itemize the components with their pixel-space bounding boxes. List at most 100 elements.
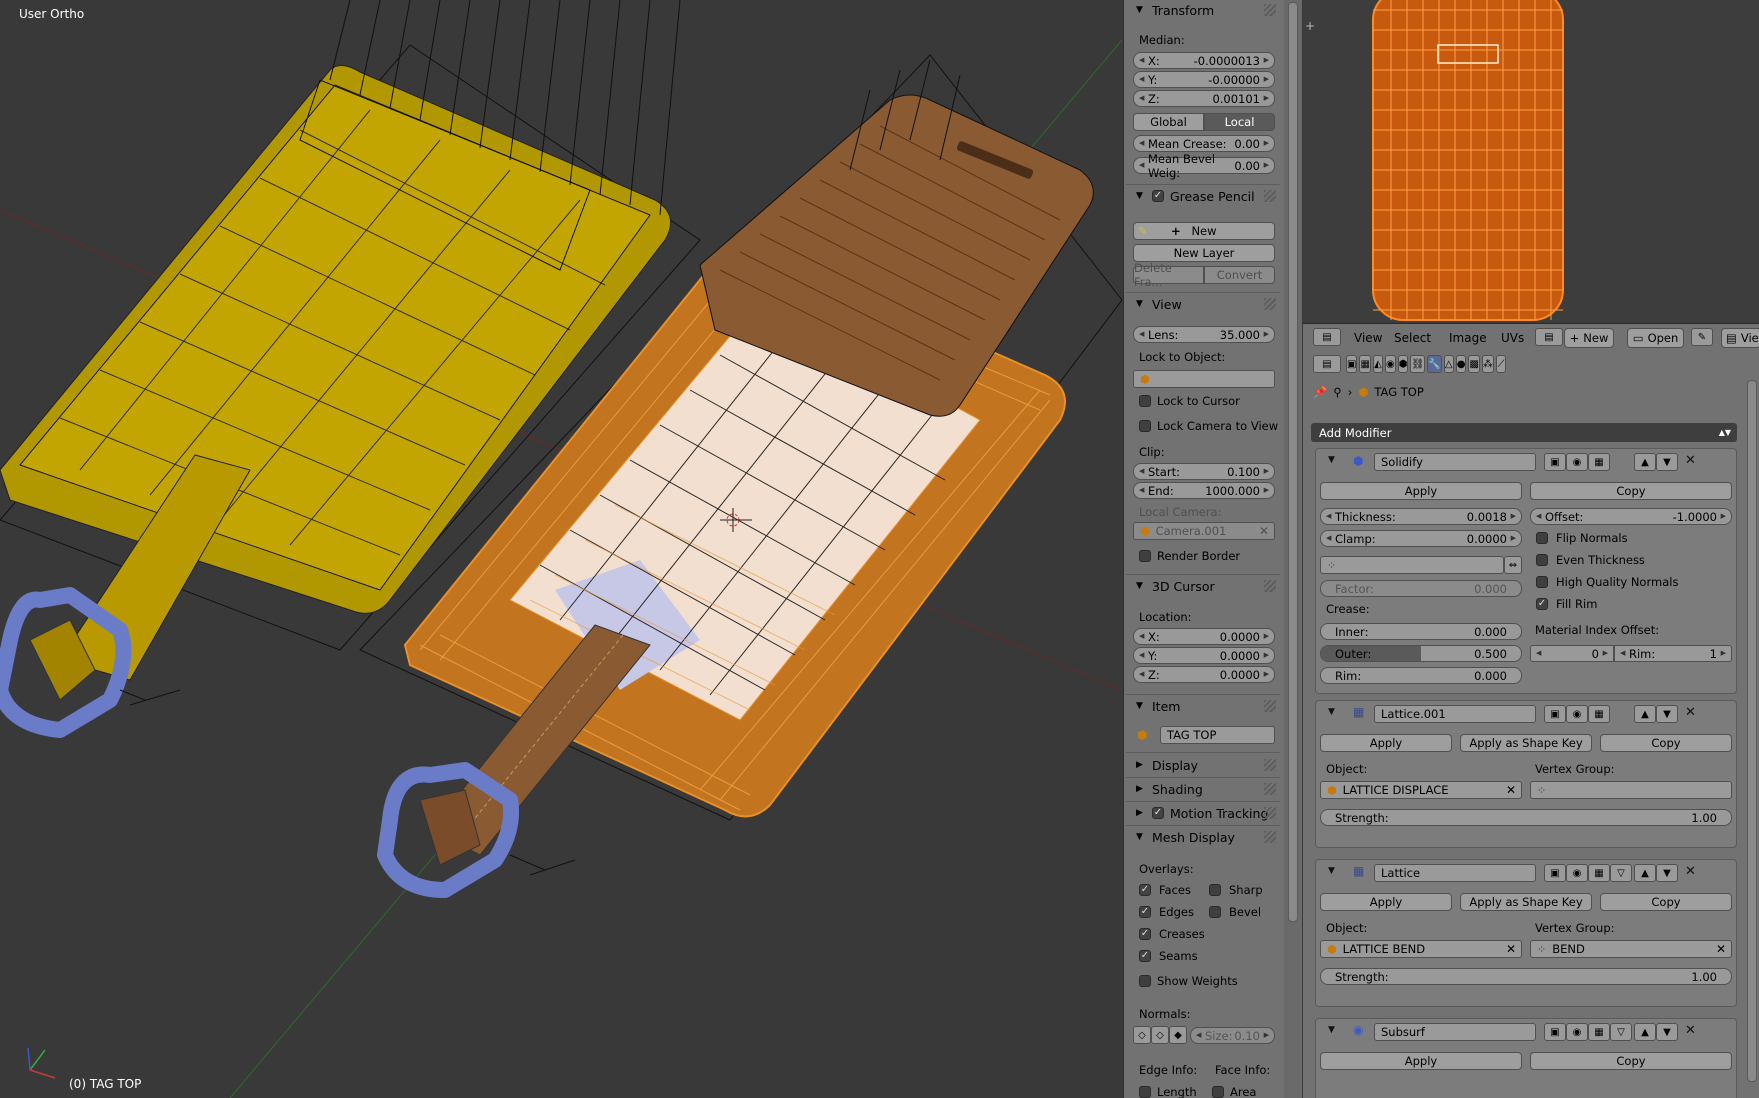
local-camera-field[interactable]: ⬢ Camera.001 ✕ — [1133, 522, 1275, 540]
3d-viewport[interactable]: User Ortho (0) TAG TOP — [0, 0, 1122, 1098]
subsurf-apply-button[interactable]: Apply — [1320, 1052, 1522, 1070]
image-browse-icon[interactable]: ▤ — [1535, 328, 1563, 346]
clear-icon[interactable]: ✕ — [1506, 942, 1516, 956]
lattice001-copy-button[interactable]: Copy — [1600, 734, 1732, 752]
solidify-apply-button[interactable]: Apply — [1320, 482, 1522, 500]
cage-toggle-icon[interactable]: ▽ — [1610, 1023, 1632, 1041]
creases-checkbox[interactable]: ✓ — [1139, 928, 1151, 940]
lock-to-cursor-checkbox[interactable] — [1139, 395, 1151, 407]
lattice001-strength-field[interactable]: Strength: 1.00 — [1320, 809, 1732, 826]
lock-camera-checkbox[interactable] — [1139, 420, 1151, 432]
bevel-checkbox[interactable] — [1209, 906, 1221, 918]
new-image-button[interactable]: + New — [1564, 328, 1614, 348]
scene-tab-icon[interactable]: ◭ — [1372, 355, 1383, 373]
seams-checkbox[interactable]: ✓ — [1139, 950, 1151, 962]
collapse-icon[interactable]: ▼ — [1328, 866, 1335, 876]
particles-tab-icon[interactable]: ⁂ — [1481, 355, 1494, 373]
lattice001-name-field[interactable]: Lattice.001 — [1374, 705, 1536, 723]
physics-tab-icon[interactable]: ⟋ — [1495, 355, 1506, 373]
render-toggle-icon[interactable]: ▣ — [1544, 453, 1566, 471]
render-toggle-icon[interactable]: ▣ — [1544, 864, 1566, 882]
uv-editor-area[interactable]: + — [1303, 0, 1759, 322]
mean-bevel-field[interactable]: ◀ Mean Bevel Weig: 0.00 ▶ — [1133, 152, 1275, 180]
move-down-icon[interactable]: ▼ — [1656, 705, 1678, 723]
move-up-icon[interactable]: ▲ — [1634, 1023, 1656, 1041]
shading-panel-header[interactable]: ▶ Shading — [1124, 779, 1282, 799]
move-up-icon[interactable]: ▲ — [1634, 864, 1656, 882]
length-checkbox[interactable] — [1139, 1086, 1151, 1098]
view-menu[interactable]: View — [1354, 328, 1382, 348]
solidify-name-field[interactable]: Solidify — [1374, 453, 1536, 471]
edges-checkbox[interactable]: ✓ — [1139, 906, 1151, 918]
editor-type-icon[interactable]: ▤ — [1313, 328, 1341, 346]
motion-tracking-panel-header[interactable]: ▶ ✓ Motion Tracking — [1124, 803, 1282, 823]
invert-vertex-group-icon[interactable]: ⇔ — [1504, 556, 1522, 574]
remove-modifier-icon[interactable]: ✕ — [1685, 453, 1696, 468]
material-offset-field[interactable]: ◀ 0 ▶ — [1530, 645, 1614, 662]
cage-toggle-icon[interactable]: ▽ — [1610, 864, 1632, 882]
lattice001-apply-button[interactable]: Apply — [1320, 734, 1452, 752]
clip-start-field[interactable]: ◀ Start: 0.100 ▶ — [1133, 463, 1275, 480]
subsurf-copy-button[interactable]: Copy — [1530, 1052, 1732, 1070]
uvs-menu[interactable]: UVs — [1501, 328, 1524, 348]
lattice-strength-field[interactable]: Strength: 1.00 — [1320, 968, 1732, 985]
item-name-field[interactable]: TAG TOP — [1160, 726, 1275, 744]
clear-icon[interactable]: ✕ — [1506, 783, 1516, 797]
clear-icon[interactable]: ✕ — [1716, 942, 1726, 956]
3d-cursor-panel-header[interactable]: ▼ 3D Cursor — [1124, 576, 1282, 596]
viewport-toggle-icon[interactable]: ◉ — [1566, 1023, 1588, 1041]
face-normals-icon[interactable]: ◆ — [1169, 1026, 1187, 1044]
transform-panel-header[interactable]: ▼ Transform — [1124, 0, 1282, 20]
lattice-shape-key-button[interactable]: Apply as Shape Key — [1460, 893, 1592, 911]
view-panel-header[interactable]: ▼ View — [1124, 294, 1282, 314]
high-quality-normals-checkbox[interactable] — [1536, 576, 1548, 588]
properties-scrollbar[interactable] — [1747, 380, 1757, 1082]
local-toggle[interactable]: Local — [1204, 113, 1275, 131]
open-image-button[interactable]: ▭ Open — [1627, 328, 1684, 348]
render-toggle-icon[interactable]: ▣ — [1544, 705, 1566, 723]
collapse-icon[interactable]: ▼ — [1328, 455, 1335, 465]
rim-crease-field[interactable]: Rim: 0.000 — [1320, 667, 1522, 684]
grease-pencil-checkbox[interactable]: ✓ — [1152, 190, 1164, 202]
render-tab-icon[interactable]: ▣ — [1346, 355, 1358, 373]
editmode-toggle-icon[interactable]: ▦ — [1588, 864, 1610, 882]
select-menu[interactable]: Select — [1394, 328, 1431, 348]
lattice-object-field[interactable]: ⬢ LATTICE BEND ✕ — [1320, 940, 1522, 958]
world-tab-icon[interactable]: ◉ — [1385, 355, 1396, 373]
even-thickness-checkbox[interactable] — [1536, 554, 1548, 566]
move-down-icon[interactable]: ▼ — [1656, 453, 1678, 471]
lattice001-object-field[interactable]: ⬢ LATTICE DISPLACE ✕ — [1320, 781, 1522, 799]
lattice-apply-button[interactable]: Apply — [1320, 893, 1452, 911]
motion-tracking-checkbox[interactable]: ✓ — [1152, 807, 1164, 819]
sharp-checkbox[interactable] — [1209, 884, 1221, 896]
constraints-tab-icon[interactable]: ⛓ — [1410, 355, 1426, 373]
mean-crease-field[interactable]: ◀ Mean Crease: 0.00 ▶ — [1133, 135, 1275, 152]
scrollbar-thumb[interactable] — [1288, 2, 1298, 922]
layers-tab-icon[interactable]: ▦ — [1359, 355, 1371, 373]
grease-pencil-panel-header[interactable]: ▼ ✓ Grease Pencil — [1124, 186, 1282, 206]
material-rim-field[interactable]: ◀ Rim: 1 ▶ — [1614, 645, 1732, 662]
cursor-z-field[interactable]: ◀ Z: 0.0000 ▶ — [1133, 666, 1275, 683]
render-toggle-icon[interactable]: ▣ — [1544, 1023, 1566, 1041]
display-panel-header[interactable]: ▶ Display — [1124, 755, 1282, 775]
collapse-icon[interactable]: ▼ — [1328, 1025, 1335, 1035]
lattice-name-field[interactable]: Lattice — [1374, 864, 1536, 882]
move-down-icon[interactable]: ▼ — [1656, 864, 1678, 882]
modifiers-tab-icon[interactable]: 🔧 — [1427, 355, 1442, 373]
faces-checkbox[interactable]: ✓ — [1139, 884, 1151, 896]
move-down-icon[interactable]: ▼ — [1656, 1023, 1678, 1041]
new-layer-button[interactable]: New Layer — [1133, 244, 1275, 262]
move-up-icon[interactable]: ▲ — [1634, 705, 1656, 723]
item-panel-header[interactable]: ▼ Item — [1124, 696, 1282, 716]
remove-modifier-icon[interactable]: ✕ — [1685, 1023, 1696, 1038]
median-z-field[interactable]: ◀ Z: 0.00101 ▶ — [1133, 90, 1275, 107]
vertex-normals-icon[interactable]: ◇ — [1133, 1026, 1151, 1044]
vertex-group-field[interactable]: ⁘ — [1320, 556, 1504, 574]
collapse-icon[interactable]: ▼ — [1328, 707, 1335, 717]
lens-field[interactable]: ◀ Lens: 35.000 ▶ — [1133, 326, 1275, 343]
lattice-vgroup-field[interactable]: ⁘ BEND ✕ — [1530, 940, 1732, 958]
median-x-field[interactable]: ◀ X: -0.0000013 ▶ — [1133, 52, 1275, 69]
factor-field[interactable]: Factor: 0.000 — [1320, 580, 1522, 597]
render-border-checkbox[interactable] — [1139, 550, 1151, 562]
global-toggle[interactable]: Global — [1133, 113, 1204, 131]
